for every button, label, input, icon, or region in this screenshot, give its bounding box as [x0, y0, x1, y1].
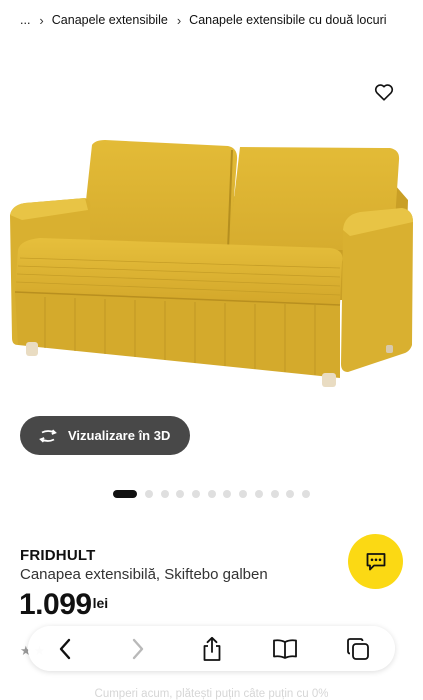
tabs-button[interactable] — [343, 634, 373, 664]
carousel-dot[interactable] — [301, 490, 310, 498]
chevron-right-icon: › — [176, 12, 182, 28]
price-currency: lei — [92, 595, 109, 611]
bookmarks-icon — [272, 638, 297, 659]
carousel-dot-active[interactable] — [113, 490, 137, 498]
rotate-3d-icon — [37, 428, 59, 444]
carousel-dot[interactable] — [223, 490, 232, 498]
forward-button[interactable] — [123, 634, 153, 664]
breadcrumb-item-sofa-beds[interactable]: Canapele extensibile — [52, 13, 168, 27]
sofa-illustration — [10, 140, 413, 387]
heart-icon — [374, 84, 394, 101]
product-name[interactable]: FRIDHULT — [20, 547, 95, 564]
carousel-dot[interactable] — [286, 490, 295, 498]
share-button[interactable] — [197, 634, 227, 664]
product-description: Canapea extensibilă, Skiftebo galben — [20, 566, 268, 583]
forward-icon — [133, 638, 144, 659]
view-in-3d-button[interactable]: Vizualizare în 3D — [20, 416, 190, 455]
breadcrumb: ... › Canapele extensibile › Canapele ex… — [20, 11, 387, 29]
back-button[interactable] — [50, 634, 80, 664]
view-in-3d-label: Vizualizare în 3D — [68, 428, 171, 443]
bookmarks-button[interactable] — [270, 634, 300, 664]
carousel-dot[interactable] — [207, 490, 216, 498]
chat-button[interactable] — [348, 534, 403, 589]
carousel-dot[interactable] — [192, 490, 201, 498]
promo-text: Cumperi acum, plătești puțin câte puțin … — [94, 688, 329, 700]
browser-toolbar — [28, 626, 395, 671]
carousel-dot[interactable] — [239, 490, 248, 498]
price-amount: 1.099 — [19, 588, 92, 621]
carousel-dot[interactable] — [160, 490, 169, 498]
carousel-dot[interactable] — [254, 490, 263, 498]
carousel-dot[interactable] — [176, 490, 185, 498]
favorite-button[interactable] — [372, 80, 396, 104]
chat-icon — [366, 552, 385, 570]
carousel-dot[interactable] — [145, 490, 153, 498]
product-price: 1.099 lei — [19, 588, 108, 622]
breadcrumb-ellipsis[interactable]: ... — [20, 13, 30, 27]
share-icon — [203, 636, 220, 661]
product-image[interactable] — [0, 40, 423, 440]
breadcrumb-item-two-seat-sofa-beds[interactable]: Canapele extensibile cu două locuri — [189, 13, 386, 27]
chevron-right-icon: › — [39, 12, 44, 28]
carousel-dot[interactable] — [270, 490, 279, 498]
back-icon — [59, 638, 71, 659]
carousel-pagination — [113, 490, 318, 498]
tabs-icon — [347, 637, 369, 660]
